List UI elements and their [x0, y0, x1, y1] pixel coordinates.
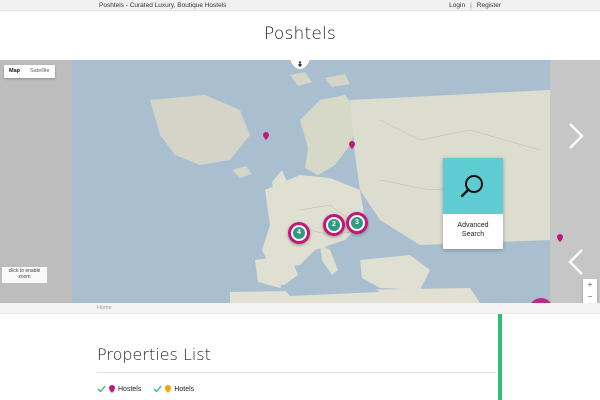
advanced-search-label: Advanced Search — [443, 214, 503, 239]
cluster-marker[interactable]: 3 — [346, 212, 368, 234]
hotel-pin-icon — [165, 385, 172, 393]
check-icon — [97, 385, 106, 393]
click-to-enable-zoom-notice[interactable]: click to enable zoom — [2, 267, 47, 283]
search-icon — [460, 175, 483, 198]
chevron-left-icon[interactable] — [566, 246, 588, 278]
pegman-icon[interactable] — [291, 60, 309, 69]
filter-hostels-label: Hostels — [118, 385, 142, 393]
site-title[interactable]: Poshtels — [0, 24, 600, 44]
map-type-map-button[interactable]: Map — [4, 65, 25, 78]
advanced-search-button[interactable]: Advanced Search — [443, 158, 503, 249]
chevron-right-icon[interactable] — [566, 120, 588, 152]
title-divider — [97, 372, 497, 373]
properties-section: Properties List Hostels Hotels — [0, 314, 600, 400]
register-link[interactable]: Register — [477, 2, 501, 9]
check-icon — [153, 385, 162, 393]
map-type-satellite-button[interactable]: Satellite — [25, 65, 55, 78]
cluster-marker[interactable]: 2 — [323, 214, 345, 236]
cluster-marker[interactable]: 4 — [288, 222, 310, 244]
advanced-search-label-line1: Advanced — [457, 222, 489, 229]
login-link[interactable]: Login — [449, 2, 465, 9]
cluster-count: 4 — [293, 227, 305, 239]
auth-separator: | — [470, 2, 472, 9]
map-view[interactable]: 4 2 3 Map Satellite Advanced Search clic… — [0, 60, 600, 303]
green-accent-bar — [498, 314, 502, 400]
breadcrumb-home[interactable]: Home — [97, 305, 112, 311]
map-canvas[interactable] — [0, 60, 600, 303]
cluster-count: 2 — [328, 219, 340, 231]
map-type-control: Map Satellite — [4, 65, 55, 78]
site-tagline: Poshtels - Curated Luxury, Boutique Host… — [99, 2, 227, 9]
click-to-zoom-line2: zoom — [18, 273, 31, 280]
auth-links: Login | Register — [449, 2, 501, 9]
cluster-count: 3 — [351, 217, 363, 229]
top-bar: Poshtels - Curated Luxury, Boutique Host… — [0, 0, 600, 11]
filter-hotels-label: Hotels — [174, 385, 195, 393]
property-type-filters: Hostels Hotels — [97, 385, 206, 393]
hostel-pin-icon — [109, 385, 115, 393]
properties-list-title: Properties List — [97, 345, 211, 364]
breadcrumb: Home — [0, 303, 600, 314]
advanced-search-icon-area — [443, 158, 503, 214]
zoom-out-button[interactable]: − — [583, 291, 597, 303]
filter-hotels[interactable]: Hotels — [153, 385, 194, 393]
filter-hostels[interactable]: Hostels — [97, 385, 141, 393]
advanced-search-label-line2: Search — [461, 231, 485, 238]
site-header: Poshtels — [0, 11, 600, 60]
zoom-in-button[interactable]: + — [583, 279, 597, 291]
zoom-control: + − — [583, 279, 597, 303]
